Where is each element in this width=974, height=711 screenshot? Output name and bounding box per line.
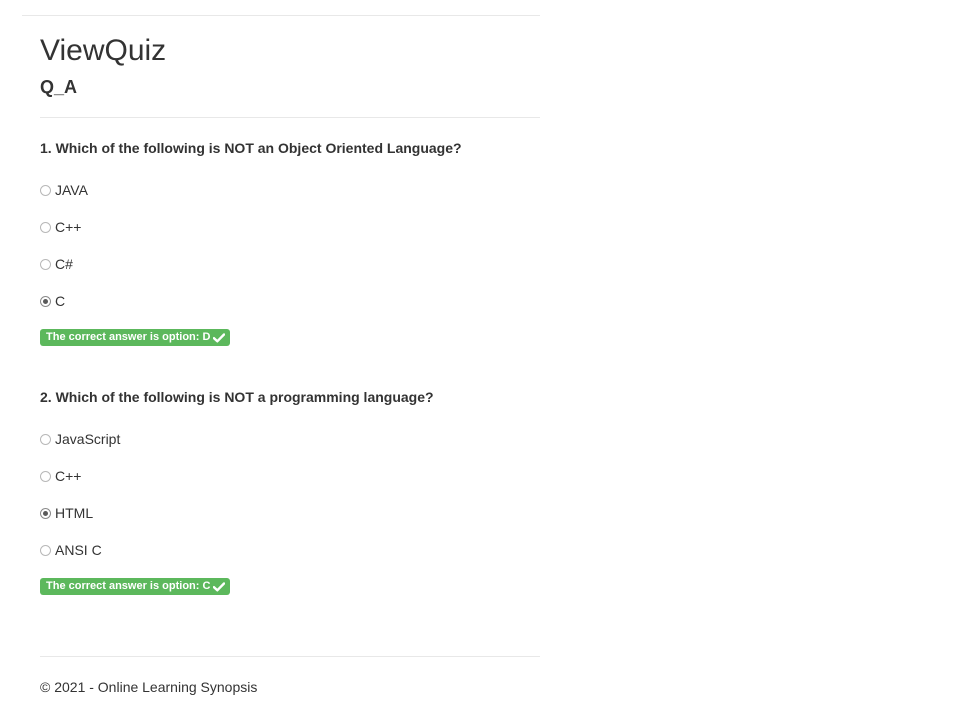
option-label: C# <box>55 256 73 272</box>
option-label: C <box>55 293 66 309</box>
correct-answer-text: The correct answer is option: D <box>46 331 211 343</box>
option-cpp[interactable]: C++ <box>40 218 81 236</box>
question-block: 2. Which of the following is NOT a progr… <box>40 388 540 595</box>
option-label: ANSI C <box>55 542 102 558</box>
top-divider <box>22 15 540 16</box>
radio-button[interactable] <box>40 433 51 445</box>
footer-copyright: © 2021 - Online Learning Synopsis <box>40 679 258 695</box>
option-html[interactable]: HTML <box>40 504 93 522</box>
option-ansi-c[interactable]: ANSI C <box>40 541 102 559</box>
option-label: JAVA <box>55 182 88 198</box>
radio-button[interactable] <box>40 221 51 233</box>
check-icon <box>213 581 226 592</box>
header-divider <box>40 117 540 118</box>
radio-button-selected[interactable] <box>40 507 51 519</box>
radio-button[interactable] <box>40 544 51 556</box>
radio-button[interactable] <box>40 470 51 482</box>
option-label: HTML <box>55 505 94 521</box>
option-label: C++ <box>55 219 82 235</box>
question-text: 2. Which of the following is NOT a progr… <box>40 389 434 405</box>
page-title: ViewQuiz <box>40 34 167 67</box>
check-icon <box>213 332 226 343</box>
correct-answer-text: The correct answer is option: C <box>46 580 211 592</box>
correct-answer-badge: The correct answer is option: D <box>40 329 231 346</box>
option-javascript[interactable]: JavaScript <box>40 430 120 448</box>
radio-button[interactable] <box>40 258 51 270</box>
page-subtitle: Q_A <box>40 77 78 97</box>
option-cpp[interactable]: C++ <box>40 467 81 485</box>
option-label: JavaScript <box>55 431 121 447</box>
option-c[interactable]: C <box>40 292 65 310</box>
option-java[interactable]: JAVA <box>40 181 88 199</box>
question-text: 1. Which of the following is NOT an Obje… <box>40 140 462 156</box>
radio-button[interactable] <box>40 184 51 196</box>
option-label: C++ <box>55 468 82 484</box>
option-csharp[interactable]: C# <box>40 255 73 273</box>
footer-divider <box>40 656 540 657</box>
radio-button-selected[interactable] <box>40 295 51 307</box>
correct-answer-badge: The correct answer is option: C <box>40 578 231 595</box>
question-block: 1. Which of the following is NOT an Obje… <box>40 139 540 346</box>
